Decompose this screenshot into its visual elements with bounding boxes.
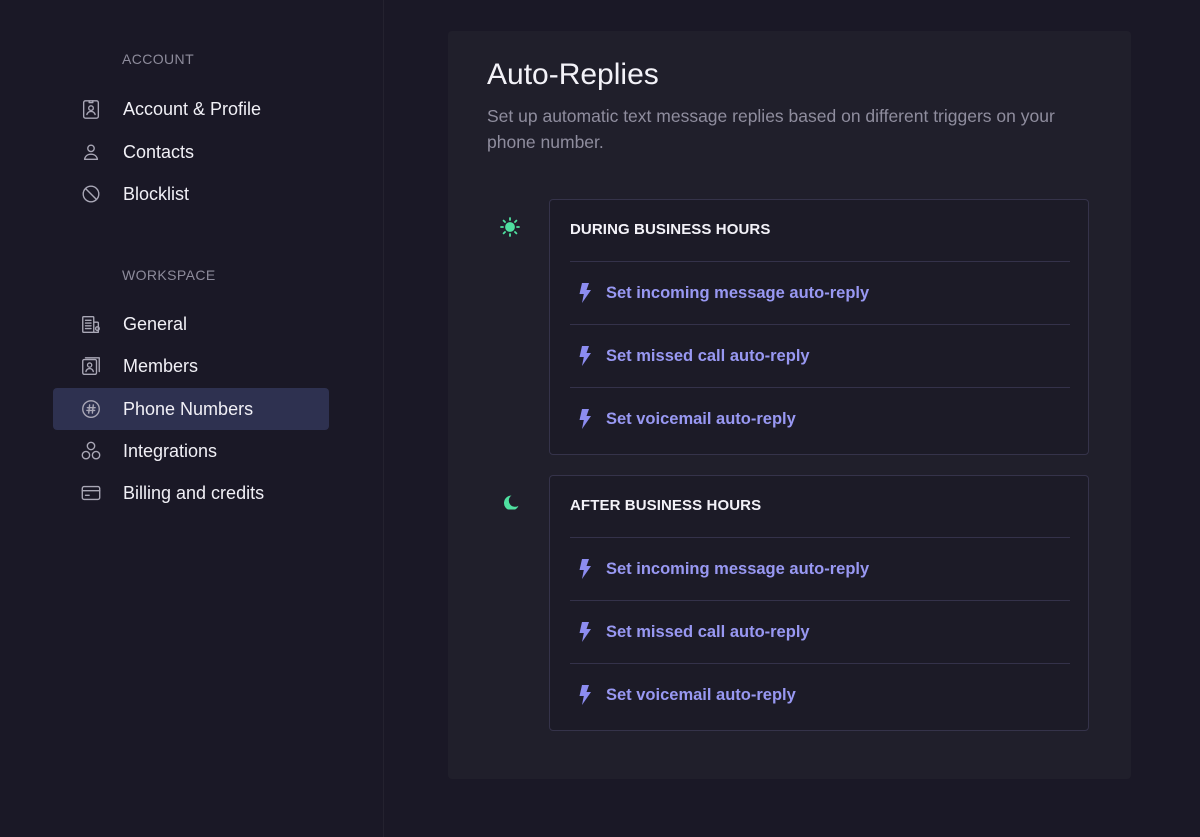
sidebar-item-integrations[interactable]: Integrations <box>53 430 329 472</box>
sidebar-item-general[interactable]: General <box>53 303 329 345</box>
row-label: Set incoming message auto-reply <box>606 284 870 302</box>
lightning-icon <box>578 346 592 366</box>
sidebar-item-members[interactable]: Members <box>53 345 329 387</box>
lightning-icon <box>578 622 592 642</box>
lightning-icon <box>578 409 592 429</box>
after-business-hours-card: AFTER BUSINESS HOURS Set incoming messag… <box>549 475 1089 731</box>
sidebar-item-label: Members <box>123 356 199 376</box>
auto-replies-panel: Auto-Replies Set up automatic text messa… <box>448 31 1131 779</box>
members-icon <box>80 355 102 377</box>
sidebar-item-phone-numbers[interactable]: Phone Numbers <box>53 388 329 430</box>
row-label: Set missed call auto-reply <box>606 347 810 365</box>
sidebar-item-account-profile[interactable]: Account & Profile <box>53 88 329 130</box>
incoming-message-auto-reply-link[interactable]: Set incoming message auto-reply <box>570 537 1070 600</box>
section-label-account: ACCOUNT <box>122 51 195 67</box>
credit-card-icon <box>80 482 102 504</box>
row-label: Set voicemail auto-reply <box>606 686 796 704</box>
sidebar-item-label: Account & Profile <box>123 99 262 119</box>
settings-sidebar: ACCOUNT Account & Profile Contacts Block… <box>0 0 384 837</box>
row-label: Set voicemail auto-reply <box>606 410 796 428</box>
sidebar-item-label: Blocklist <box>123 184 190 204</box>
page-subtitle: Set up automatic text message replies ba… <box>487 106 1055 152</box>
section-label-workspace: WORKSPACE <box>122 267 216 283</box>
integrations-icon <box>80 440 102 462</box>
incoming-message-auto-reply-link[interactable]: Set incoming message auto-reply <box>570 261 1070 324</box>
sidebar-item-label: Phone Numbers <box>123 399 254 419</box>
sidebar-item-label: Contacts <box>123 142 195 162</box>
lightning-icon <box>578 559 592 579</box>
sun-icon <box>497 214 523 240</box>
card-header: DURING BUSINESS HOURS <box>570 221 771 238</box>
voicemail-auto-reply-link[interactable]: Set voicemail auto-reply <box>570 387 1070 450</box>
lightning-icon <box>578 685 592 705</box>
building-icon <box>80 313 102 335</box>
during-business-hours-card: DURING BUSINESS HOURS Set incoming messa… <box>549 199 1089 455</box>
row-label: Set missed call auto-reply <box>606 623 810 641</box>
sidebar-item-contacts[interactable]: Contacts <box>53 131 329 173</box>
hash-icon <box>80 398 102 420</box>
voicemail-auto-reply-link[interactable]: Set voicemail auto-reply <box>570 663 1070 726</box>
row-label: Set incoming message auto-reply <box>606 560 870 578</box>
sidebar-item-blocklist[interactable]: Blocklist <box>53 173 329 215</box>
lightning-icon <box>578 283 592 303</box>
block-icon <box>80 183 102 205</box>
sidebar-item-label: Billing and credits <box>123 483 265 503</box>
page-title: Auto-Replies <box>487 58 659 91</box>
person-icon <box>80 141 102 163</box>
settings-app: ACCOUNT Account & Profile Contacts Block… <box>0 0 1200 837</box>
sidebar-item-billing[interactable]: Billing and credits <box>53 472 329 514</box>
sidebar-item-label: General <box>123 314 188 334</box>
sidebar-item-label: Integrations <box>123 441 218 461</box>
card-header: AFTER BUSINESS HOURS <box>570 497 762 514</box>
moon-icon <box>497 490 523 516</box>
missed-call-auto-reply-link[interactable]: Set missed call auto-reply <box>570 600 1070 663</box>
missed-call-auto-reply-link[interactable]: Set missed call auto-reply <box>570 324 1070 387</box>
id-badge-icon <box>80 98 102 120</box>
